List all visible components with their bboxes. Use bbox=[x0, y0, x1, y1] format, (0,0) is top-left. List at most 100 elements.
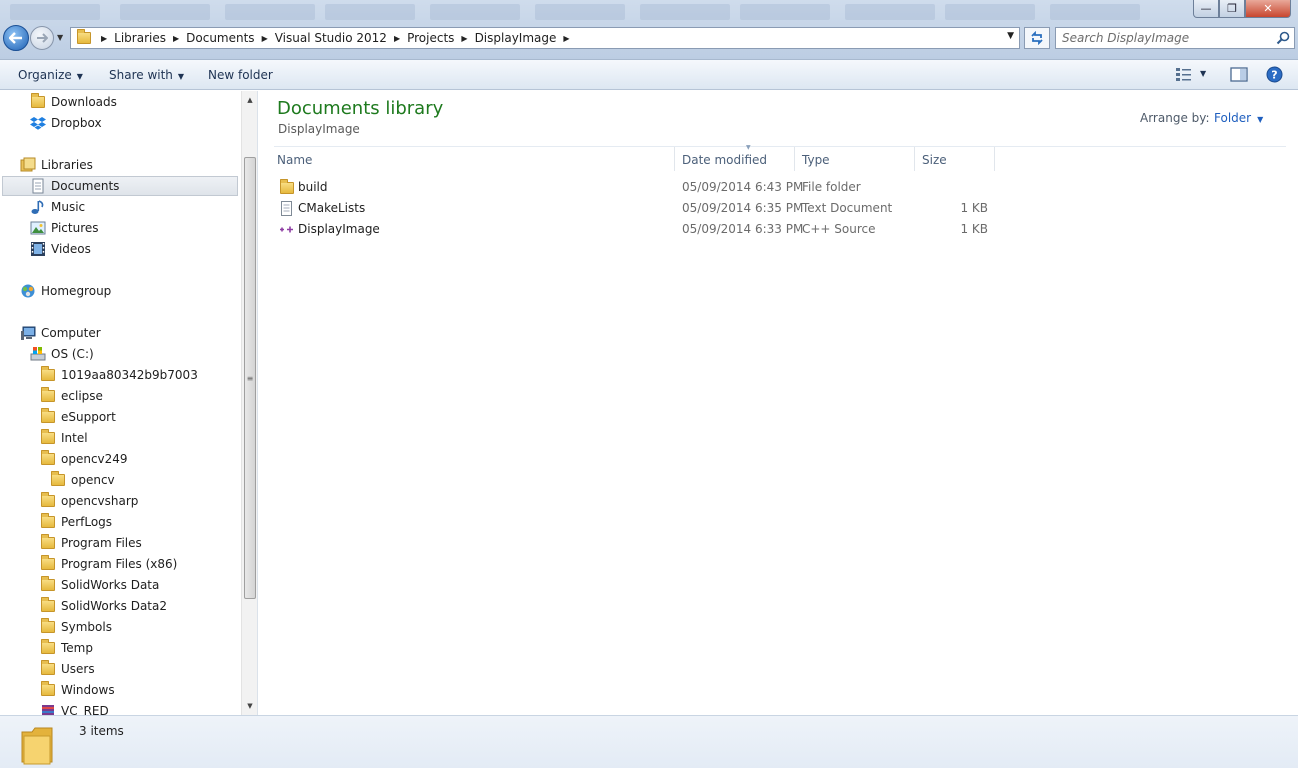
scroll-up-arrow-icon[interactable]: ▲ bbox=[242, 93, 257, 107]
nav-item-documents[interactable]: Documents bbox=[2, 176, 238, 196]
libraries-icon bbox=[20, 157, 36, 173]
column-date-modified[interactable]: Date modified bbox=[682, 153, 794, 173]
file-type: C++ Source bbox=[802, 222, 876, 236]
folder-icon bbox=[40, 618, 56, 635]
arrow-right-icon bbox=[37, 33, 48, 43]
new-folder-label: New folder bbox=[208, 68, 273, 82]
dropbox-icon bbox=[30, 115, 46, 131]
nav-item-folder[interactable]: opencv bbox=[50, 470, 115, 490]
nav-item-folder[interactable]: 1019aa80342b9b7003 bbox=[40, 365, 198, 385]
file-name: CMakeLists bbox=[298, 201, 366, 215]
nav-item-label: OS (C:) bbox=[51, 347, 94, 361]
chevron-right-icon[interactable]: ▶ bbox=[173, 34, 179, 43]
music-icon bbox=[30, 199, 46, 215]
nav-item-folder[interactable]: opencvsharp bbox=[40, 491, 138, 511]
nav-item-label: SolidWorks Data bbox=[61, 578, 160, 592]
folder-icon bbox=[40, 681, 56, 698]
nav-item-folder[interactable]: SolidWorks Data bbox=[40, 575, 159, 595]
nav-item-folder[interactable]: opencv249 bbox=[40, 449, 128, 469]
column-divider[interactable] bbox=[794, 147, 795, 171]
search-input[interactable] bbox=[1056, 28, 1266, 48]
address-history-dropdown[interactable]: ▼ bbox=[1007, 31, 1014, 41]
breadcrumb-libraries[interactable]: Libraries bbox=[114, 31, 166, 45]
breadcrumb-documents[interactable]: Documents bbox=[186, 31, 254, 45]
chevron-right-icon[interactable]: ▶ bbox=[461, 34, 467, 43]
file-row[interactable]: CMakeLists 05/09/2014 6:35 PM Text Docum… bbox=[274, 198, 994, 219]
maximize-button[interactable]: ❐ bbox=[1219, 0, 1245, 18]
column-divider[interactable] bbox=[994, 147, 995, 171]
nav-item-folder[interactable]: Symbols bbox=[40, 617, 112, 637]
scroll-down-arrow-icon[interactable]: ▼ bbox=[242, 699, 257, 713]
refresh-button[interactable] bbox=[1024, 27, 1050, 49]
nav-item-music[interactable]: Music bbox=[30, 197, 85, 217]
nav-item-videos[interactable]: Videos bbox=[30, 239, 91, 259]
arrange-by-value: Folder bbox=[1214, 111, 1252, 125]
nav-item-label: eSupport bbox=[61, 410, 116, 424]
preview-pane-button[interactable] bbox=[1230, 67, 1248, 85]
change-view-button[interactable] bbox=[1175, 67, 1193, 84]
folder-icon bbox=[40, 660, 56, 677]
back-button[interactable] bbox=[3, 25, 29, 51]
nav-scrollbar[interactable]: ▲ ≡ ▼ bbox=[241, 91, 257, 715]
search-icon[interactable] bbox=[1276, 31, 1290, 45]
nav-item-downloads[interactable]: Downloads bbox=[30, 92, 117, 112]
nav-item-homegroup[interactable]: Homegroup bbox=[20, 281, 111, 301]
homegroup-icon bbox=[20, 283, 36, 299]
nav-item-folder[interactable]: PerfLogs bbox=[40, 512, 112, 532]
share-with-menu[interactable]: Share with ▼ bbox=[109, 68, 184, 82]
column-size[interactable]: Size bbox=[922, 153, 992, 173]
breadcrumb-projects[interactable]: Projects bbox=[407, 31, 454, 45]
nav-item-label: Documents bbox=[51, 179, 120, 193]
nav-item-folder[interactable]: eclipse bbox=[40, 386, 103, 406]
nav-item-folder[interactable]: VC_RED bbox=[40, 701, 109, 715]
nav-item-libraries[interactable]: Libraries bbox=[20, 155, 93, 175]
nav-item-os-c[interactable]: OS (C:) bbox=[30, 344, 94, 364]
file-size: 1 KB bbox=[960, 201, 988, 215]
nav-item-folder[interactable]: Users bbox=[40, 659, 95, 679]
column-name[interactable]: Name bbox=[277, 153, 672, 173]
search-box[interactable] bbox=[1055, 27, 1295, 49]
file-row[interactable]: build 05/09/2014 6:43 PM File folder bbox=[274, 177, 994, 198]
nav-item-folder[interactable]: Windows bbox=[40, 680, 115, 700]
chevron-right-icon[interactable]: ▶ bbox=[563, 34, 569, 43]
minimize-button[interactable]: — bbox=[1193, 0, 1219, 18]
close-button[interactable]: ✕ bbox=[1245, 0, 1291, 18]
chevron-right-icon[interactable]: ▶ bbox=[262, 34, 268, 43]
folder-icon bbox=[40, 639, 56, 656]
organize-menu[interactable]: Organize ▼ bbox=[18, 68, 83, 82]
folder-icon bbox=[30, 93, 46, 110]
new-folder-button[interactable]: New folder bbox=[208, 68, 273, 82]
file-row[interactable]: DisplayImage 05/09/2014 6:33 PM C++ Sour… bbox=[274, 219, 994, 240]
chevron-down-icon: ▼ bbox=[76, 72, 83, 81]
text-document-icon bbox=[279, 201, 294, 216]
chevron-right-icon[interactable]: ▶ bbox=[101, 34, 107, 43]
nav-item-folder[interactable]: Temp bbox=[40, 638, 93, 658]
nav-item-folder[interactable]: Program Files bbox=[40, 533, 142, 553]
help-button[interactable]: ? bbox=[1266, 66, 1283, 86]
view-options-dropdown[interactable]: ▼ bbox=[1200, 69, 1206, 78]
column-type[interactable]: Type bbox=[802, 153, 914, 173]
column-divider[interactable] bbox=[674, 147, 675, 171]
videos-icon bbox=[30, 241, 46, 257]
breadcrumb-visual-studio[interactable]: Visual Studio 2012 bbox=[275, 31, 387, 45]
recent-pages-dropdown[interactable]: ▼ bbox=[57, 33, 63, 42]
chevron-right-icon[interactable]: ▶ bbox=[394, 34, 400, 43]
address-bar[interactable]: ▶ Libraries ▶ Documents ▶ Visual Studio … bbox=[70, 27, 1020, 49]
nav-item-folder[interactable]: eSupport bbox=[40, 407, 116, 427]
folder-icon bbox=[40, 513, 56, 530]
breadcrumb-displayimage[interactable]: DisplayImage bbox=[475, 31, 557, 45]
background-taskbar-ghost bbox=[0, 0, 1190, 24]
arrange-by-dropdown[interactable]: Folder ▼ bbox=[1214, 111, 1263, 125]
nav-item-computer[interactable]: Computer bbox=[20, 323, 101, 343]
nav-item-pictures[interactable]: Pictures bbox=[30, 218, 99, 238]
scrollbar-thumb[interactable]: ≡ bbox=[244, 157, 256, 599]
nav-item-folder[interactable]: Program Files (x86) bbox=[40, 554, 177, 574]
nav-item-dropbox[interactable]: Dropbox bbox=[30, 113, 102, 133]
file-type: File folder bbox=[802, 180, 861, 194]
file-size: 1 KB bbox=[960, 222, 988, 236]
forward-button[interactable] bbox=[30, 26, 54, 50]
column-divider[interactable] bbox=[914, 147, 915, 171]
arrange-by-label: Arrange by: bbox=[1140, 111, 1210, 125]
nav-item-folder[interactable]: SolidWorks Data2 bbox=[40, 596, 167, 616]
nav-item-folder[interactable]: Intel bbox=[40, 428, 88, 448]
